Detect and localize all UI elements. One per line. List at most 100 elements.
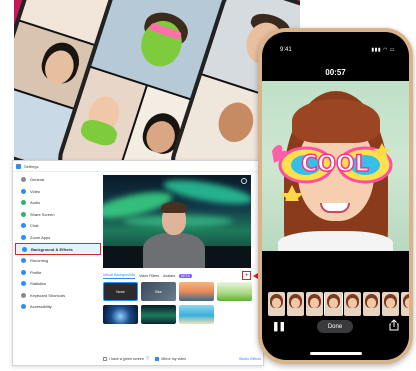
plus-icon: + xyxy=(244,272,249,279)
beta-badge: BETA xyxy=(179,274,192,278)
background-tabs: Virtual Backgrounds Video Filters Avatar… xyxy=(103,273,192,279)
memoji-strip-thumb[interactable] xyxy=(401,292,409,316)
background-thumb-aurora[interactable] xyxy=(141,305,176,324)
video-icon xyxy=(21,188,26,194)
memoji-face xyxy=(272,298,281,308)
sidebar-item-recording[interactable]: Recording xyxy=(15,255,101,267)
memoji-selector-strip xyxy=(268,292,409,316)
status-bar-icons: ▮▮▮ ◠ ▭ xyxy=(371,47,395,53)
background-thumb-label: None xyxy=(116,289,125,294)
background-thumb-grass[interactable] xyxy=(217,282,252,301)
sidebar-item-label: General xyxy=(30,177,45,183)
profile-icon xyxy=(21,269,26,275)
background-thumb-space[interactable] xyxy=(103,305,138,324)
background-thumb-bridge[interactable] xyxy=(179,282,214,301)
composite-screenshot: Settings General Video Audio Share Scree… xyxy=(0,0,416,371)
memoji-face xyxy=(386,298,395,308)
memoji-strip-thumb[interactable] xyxy=(324,292,343,316)
sidebar-item-label: Background & Effects xyxy=(31,246,73,252)
memoji-video: COOL xyxy=(262,81,409,251)
sidebar-item-background-effects[interactable]: Background & Effects xyxy=(15,243,101,255)
window-title: Settings xyxy=(24,163,39,169)
accessibility-icon xyxy=(21,304,26,310)
iphone-notch xyxy=(300,32,371,44)
gear-icon xyxy=(21,177,26,183)
sidebar-item-label: Share Screen xyxy=(30,211,55,217)
background-thumb-blur[interactable]: Blur xyxy=(141,282,176,301)
record-icon xyxy=(21,258,26,264)
chat-icon xyxy=(21,223,26,229)
green-screen-label: I have a green screen xyxy=(109,356,144,361)
zoom-settings-window: Settings General Video Audio Share Scree… xyxy=(12,160,264,366)
rotate-icon[interactable] xyxy=(241,178,247,184)
apps-icon xyxy=(21,234,26,240)
sidebar-item-label: Chat xyxy=(30,223,39,229)
sidebar-item-audio[interactable]: Audio xyxy=(15,197,101,209)
info-icon: ⓘ xyxy=(145,356,150,360)
sidebar-item-keyboard-shortcuts[interactable]: Keyboard Shortcuts xyxy=(15,290,101,302)
memoji-face xyxy=(329,298,338,308)
sidebar-item-video[interactable]: Video xyxy=(15,186,101,198)
home-indicator xyxy=(310,352,362,355)
share-icon[interactable] xyxy=(389,319,399,331)
sidebar-item-profile[interactable]: Profile xyxy=(15,267,101,279)
sidebar-item-label: Recording xyxy=(30,258,49,264)
memoji-strip-thumb[interactable] xyxy=(268,292,285,316)
memoji-face xyxy=(310,298,319,308)
status-bar-time: 9:41 xyxy=(280,47,292,53)
memoji-strip-thumb[interactable] xyxy=(306,292,323,316)
user-body xyxy=(143,233,205,268)
background-thumb-beach[interactable] xyxy=(179,305,214,324)
iphone-device: 9:41 ▮▮▮ ◠ ▭ 00:57 COOL ❚❚ Done xyxy=(258,28,413,364)
background-thumb-label: Blur xyxy=(155,289,162,294)
memoji-strip-thumb[interactable] xyxy=(363,292,380,316)
memoji-strip-thumb[interactable] xyxy=(382,292,399,316)
sidebar-item-label: Video xyxy=(30,188,41,194)
memoji-face xyxy=(367,298,376,308)
tab-video-filters[interactable]: Video Filters xyxy=(139,274,159,279)
sidebar-item-chat[interactable]: Chat xyxy=(15,220,101,232)
memoji-face xyxy=(405,298,409,308)
memoji-face xyxy=(348,298,357,308)
sidebar-item-accessibility[interactable]: Accessibility xyxy=(15,301,101,313)
sticker-text: COOL xyxy=(301,152,369,177)
background-thumb-none[interactable]: None xyxy=(103,282,138,301)
studio-effects-link[interactable]: Studio Effects xyxy=(239,357,261,361)
sidebar-item-share-screen[interactable]: Share Screen xyxy=(15,209,101,221)
green-screen-checkbox[interactable] xyxy=(103,356,107,361)
cool-sticker: COOL xyxy=(272,143,393,201)
video-preview xyxy=(103,175,251,268)
background-effects-panel: Virtual Backgrounds Video Filters Avatar… xyxy=(101,175,263,365)
sidebar-item-label: Zoom Apps xyxy=(30,234,51,240)
sidebar-item-label: Statistics xyxy=(30,281,47,287)
memoji-face xyxy=(291,298,300,308)
headphones-icon xyxy=(21,200,26,206)
sidebar-item-statistics[interactable]: Statistics xyxy=(15,278,101,290)
sidebar-item-label: Profile xyxy=(30,269,42,275)
tab-virtual-backgrounds[interactable]: Virtual Backgrounds xyxy=(103,273,136,279)
keyboard-icon xyxy=(21,292,26,298)
user-hair xyxy=(161,202,187,213)
add-background-button[interactable]: + xyxy=(242,271,251,280)
mirror-video-checkbox[interactable] xyxy=(155,356,160,361)
background-icon xyxy=(22,246,27,252)
done-button[interactable]: Done xyxy=(317,320,353,333)
settings-sidebar: General Video Audio Share Screen Chat Zo… xyxy=(15,174,101,313)
zoom-app-icon xyxy=(16,163,21,169)
mirror-video-label: Mirror my video xyxy=(161,356,187,361)
sidebar-item-label: Accessibility xyxy=(30,304,52,310)
window-titlebar: Settings xyxy=(13,161,263,172)
sidebar-item-label: Keyboard Shortcuts xyxy=(30,292,66,298)
background-options-footer: I have a green screen ⓘ Mirror my video … xyxy=(103,356,261,361)
sidebar-item-zoom-apps[interactable]: Zoom Apps xyxy=(15,232,101,244)
pause-icon[interactable]: ❚❚ xyxy=(272,321,286,332)
sidebar-item-label: Audio xyxy=(30,200,41,206)
recording-timer: 00:57 xyxy=(325,68,346,77)
share-screen-icon xyxy=(21,211,26,217)
tab-avatars[interactable]: Avatars xyxy=(163,274,175,279)
iphone-screen: 9:41 ▮▮▮ ◠ ▭ 00:57 COOL ❚❚ Done xyxy=(262,32,409,360)
memoji-strip-thumb[interactable] xyxy=(287,292,304,316)
statistics-icon xyxy=(21,281,26,287)
memoji-strip-thumb[interactable] xyxy=(344,292,361,316)
sidebar-item-general[interactable]: General xyxy=(15,174,101,186)
